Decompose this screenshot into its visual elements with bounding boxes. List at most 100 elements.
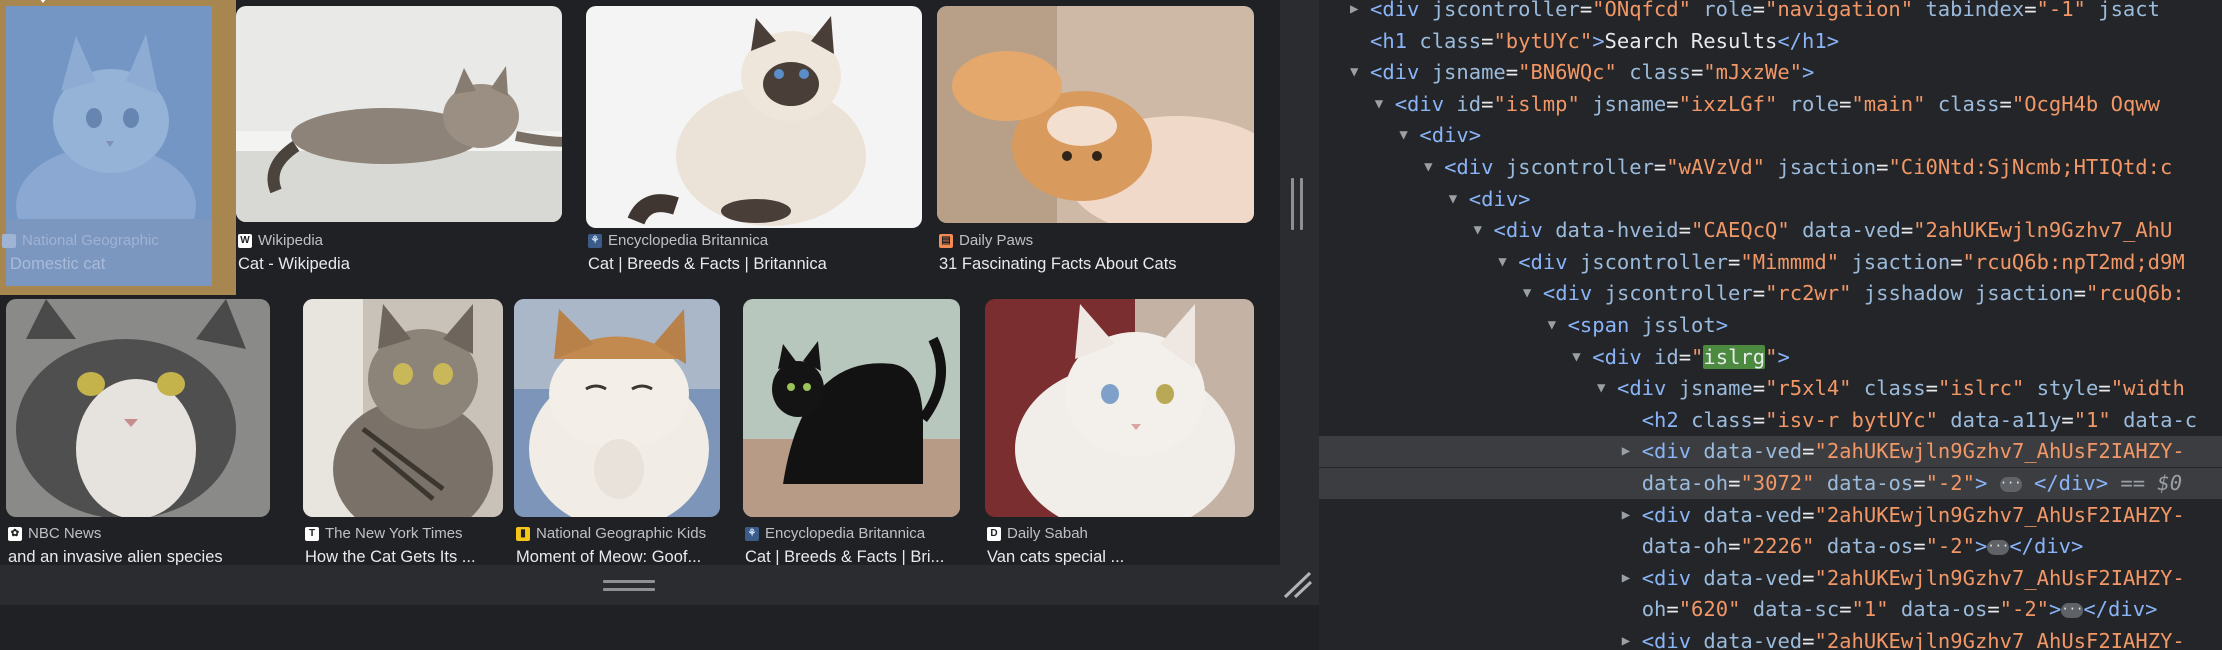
dom-node-line[interactable]: ▼ <div> [1319, 120, 2222, 151]
dom-node-line[interactable]: ▼ <div jsname="BN6WQc" class="mJxzWe"> [1319, 57, 2222, 88]
dom-node-line[interactable]: ▶ <div data-ved="2ahUKEwjln9Gzhv7_AhUsF2I… [1319, 436, 2222, 468]
result-title[interactable]: 31 Fascinating Facts About Cats [939, 255, 1254, 274]
resize-corner-icon[interactable] [1280, 565, 1319, 605]
collapse-triangle-icon[interactable]: ▼ [1449, 184, 1457, 215]
dom-node-code[interactable]: <div data-ved="2ahUKEwjln9Gzhv7_AhUsF2IA… [1642, 436, 2185, 467]
dom-node-code[interactable]: <span jsslot> [1568, 310, 1728, 341]
result-image[interactable] [743, 299, 960, 517]
dom-node-line[interactable]: <h2 class="isv-r bytUYc" data-a11y="1" d… [1319, 405, 2222, 436]
collapse-triangle-icon[interactable]: ▼ [1548, 310, 1556, 341]
result-source: ✿ NBC News [8, 525, 101, 542]
dom-node-line[interactable]: <h1 class="bytUYc">Search Results</h1> [1319, 26, 2222, 57]
drawer-bar[interactable] [0, 565, 1319, 605]
dom-node-line[interactable]: ▼ <div jscontroller="Mimmmd" jsaction="rc… [1319, 247, 2222, 278]
dom-node-code[interactable]: <div id="islmp" jsname="ixzLGf" role="ma… [1395, 89, 2160, 120]
result-card-dailypaws[interactable]: ▤ Daily Paws 31 Fascinating Facts About … [937, 0, 1257, 295]
result-card-wikipedia[interactable]: W Wikipedia Cat - Wikipedia [236, 0, 566, 295]
dom-node-line[interactable]: oh="620" data-sc="1" data-os="-2">···</d… [1319, 594, 2222, 625]
splitter-grip-icon[interactable] [1291, 178, 1307, 230]
collapse-triangle-icon[interactable]: ▼ [1350, 57, 1358, 88]
dom-node-code[interactable]: <div data-ved="2ahUKEwjln9Gzhv7_AhUsF2IA… [1642, 626, 2185, 650]
dom-node-code[interactable]: <div jsname="r5xl4" class="islrc" style=… [1617, 373, 2185, 404]
result-title[interactable]: Cat | Breeds & Facts | Britannica [588, 255, 918, 274]
collapse-triangle-icon[interactable]: ▼ [1498, 247, 1506, 278]
collapse-triangle-icon[interactable]: ▼ [1474, 215, 1482, 246]
dom-node-line[interactable]: ▼ <div> [1319, 184, 2222, 215]
result-source: D Daily Sabah [987, 525, 1088, 542]
dom-node-code[interactable]: <div jsname="BN6WQc" class="mJxzWe"> [1370, 57, 1814, 88]
panel-splitter[interactable] [1280, 0, 1319, 565]
result-image[interactable] [937, 6, 1254, 223]
dom-node-line[interactable]: ▼ <div jscontroller="rc2wr" jsshadow jsac… [1319, 278, 2222, 309]
result-title[interactable]: and an invasive alien species [8, 548, 266, 565]
cat-photo [937, 6, 1254, 223]
expand-triangle-icon[interactable]: ▶ [1622, 500, 1630, 531]
result-card-nbc[interactable]: ✿ NBC News and an invasive alien species [6, 299, 271, 565]
expand-triangle-icon[interactable]: ▶ [1622, 626, 1630, 650]
result-card-nyt[interactable]: T The New York Times How the Cat Gets It… [303, 299, 503, 565]
result-source: National Geographic [2, 232, 159, 249]
cat-photo [303, 299, 503, 517]
dom-node-code[interactable]: oh="620" data-sc="1" data-os="-2">···</d… [1642, 594, 2158, 625]
result-title[interactable]: Domestic cat [10, 255, 230, 274]
collapse-triangle-icon[interactable]: ▼ [1572, 342, 1580, 373]
collapse-triangle-icon[interactable]: ▼ [1424, 152, 1432, 183]
dom-node-code[interactable]: <div jscontroller="Mimmmd" jsaction="rcu… [1518, 247, 2185, 278]
dom-node-line[interactable]: ▼ <div jscontroller="wAVzVd" jsaction="Ci… [1319, 152, 2222, 183]
cat-photo [6, 299, 270, 517]
result-card-dailysabah[interactable]: D Daily Sabah Van cats special ... [985, 299, 1257, 565]
result-card-natgeokids[interactable]: ▮ National Geographic Kids Moment of Meo… [514, 299, 724, 565]
dom-node-code[interactable]: <div jscontroller="wAVzVd" jsaction="Ci0… [1444, 152, 2172, 183]
dom-node-line[interactable]: data-oh="3072" data-os="-2"> ··· </div> … [1319, 468, 2222, 499]
result-image[interactable] [586, 6, 922, 228]
dom-node-code[interactable]: data-oh="3072" data-os="-2"> ··· </div> … [1642, 468, 2182, 499]
dom-node-line[interactable]: ▼ <div data-hveid="CAEQcQ" data-ved="2ahU… [1319, 215, 2222, 246]
collapse-triangle-icon[interactable]: ▼ [1523, 278, 1531, 309]
result-title[interactable]: How the Cat Gets Its ... [305, 548, 501, 565]
dom-node-code[interactable]: <div data-ved="2ahUKEwjln9Gzhv7_AhUsF2IA… [1642, 500, 2185, 531]
result-source: ▮ National Geographic Kids [516, 525, 706, 542]
dom-node-code[interactable]: data-oh="2226" data-os="-2">···</div> [1642, 531, 2084, 562]
collapse-triangle-icon[interactable]: ▼ [1399, 120, 1407, 151]
drawer-grip-icon[interactable] [603, 579, 655, 593]
dom-node-code[interactable]: <div data-ved="2ahUKEwjln9Gzhv7_AhUsF2IA… [1642, 563, 2185, 594]
dom-node-code[interactable]: <div data-hveid="CAEQcQ" data-ved="2ahUK… [1494, 215, 2173, 246]
result-card-britannica[interactable]: ⚘ Encyclopedia Britannica Cat | Breeds &… [586, 0, 926, 295]
result-image[interactable] [514, 299, 720, 517]
dom-node-code[interactable]: <div> [1469, 184, 1531, 215]
result-image[interactable] [303, 299, 503, 517]
dom-node-code[interactable]: <div jscontroller="ONqfcd" role="navigat… [1370, 0, 2160, 25]
dom-node-line[interactable]: ▼ <div jsname="r5xl4" class="islrc" style… [1319, 373, 2222, 404]
result-title[interactable]: Cat | Breeds & Facts | Bri... [745, 548, 959, 565]
collapse-triangle-icon[interactable]: ▼ [1597, 373, 1605, 404]
source-name: National Geographic Kids [536, 525, 707, 542]
dom-node-line[interactable]: ▼ <div id="islrg"> [1319, 342, 2222, 373]
dom-node-line[interactable]: ▶ <div jscontroller="ONqfcd" role="naviga… [1319, 0, 2222, 25]
result-source: ⚘ Encyclopedia Britannica [745, 525, 925, 542]
dom-node-line[interactable]: ▶ <div data-ved="2ahUKEwjln9Gzhv7_AhUsF2I… [1319, 626, 2222, 650]
result-image[interactable] [6, 299, 270, 517]
dom-node-line[interactable]: ▶ <div data-ved="2ahUKEwjln9Gzhv7_AhUsF2I… [1319, 500, 2222, 531]
expand-triangle-icon[interactable]: ▶ [1622, 563, 1630, 594]
dom-node-line[interactable]: ▶ <div data-ved="2ahUKEwjln9Gzhv7_AhUsF2I… [1319, 563, 2222, 594]
result-image[interactable] [236, 6, 562, 222]
dom-node-line[interactable]: ▼ <div id="islmp" jsname="ixzLGf" role="m… [1319, 89, 2222, 120]
result-title[interactable]: Cat - Wikipedia [238, 255, 558, 274]
dom-node-line[interactable]: ▼ <span jsslot> [1319, 310, 2222, 341]
dom-node-code[interactable]: <h2 class="isv-r bytUYc" data-a11y="1" d… [1642, 405, 2197, 436]
britannica-icon: ⚘ [588, 233, 602, 248]
expand-triangle-icon[interactable]: ▶ [1622, 436, 1630, 467]
result-card-natgeo[interactable]: National Geographic Domestic cat [0, 0, 236, 295]
dom-node-code[interactable]: <h1 class="bytUYc">Search Results</h1> [1370, 26, 1839, 57]
dom-node-line[interactable]: data-oh="2226" data-os="-2">···</div> [1319, 531, 2222, 562]
collapse-triangle-icon[interactable]: ▼ [1375, 89, 1383, 120]
dom-node-code[interactable]: <div id="islrg"> [1592, 342, 1790, 373]
result-image[interactable] [985, 299, 1254, 517]
dom-node-code[interactable]: <div> [1419, 120, 1481, 151]
expand-triangle-icon[interactable]: ▶ [1350, 0, 1358, 25]
result-title[interactable]: Van cats special ... [987, 548, 1253, 565]
dom-node-code[interactable]: <div jscontroller="rc2wr" jsshadow jsact… [1543, 278, 2185, 309]
inspect-cursor-icon [36, 0, 50, 3]
result-title[interactable]: Moment of Meow: Goof... [516, 548, 720, 565]
result-card-britannica-2[interactable]: ⚘ Encyclopedia Britannica Cat | Breeds &… [743, 299, 961, 565]
